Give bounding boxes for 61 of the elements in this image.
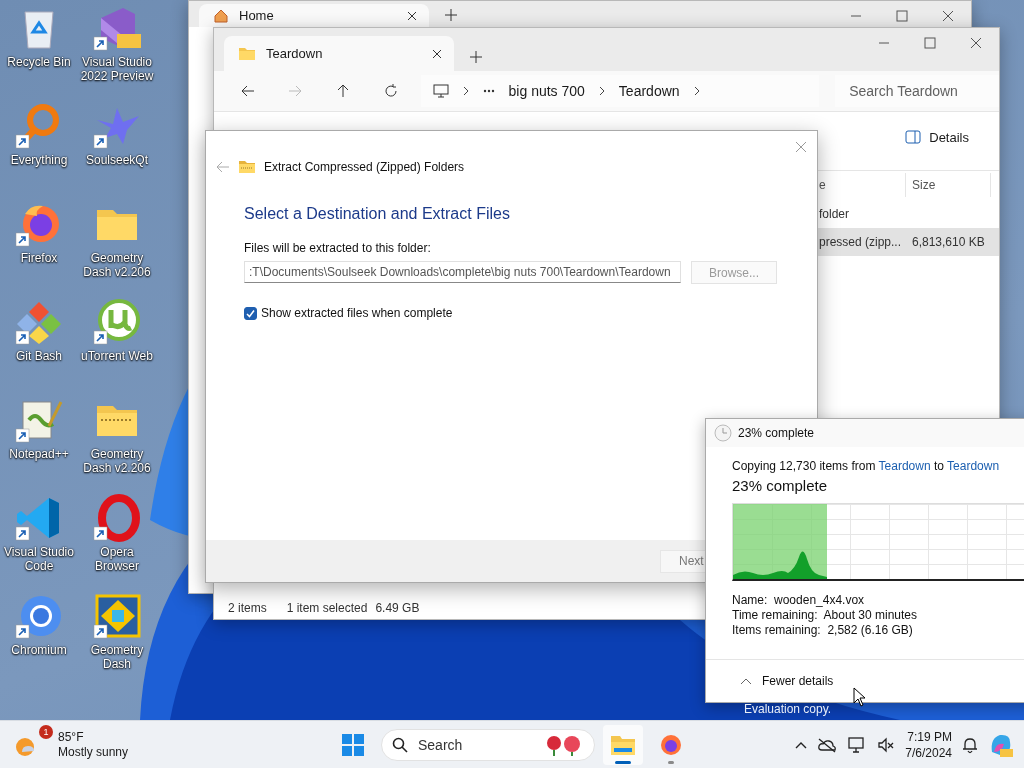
- monitor-icon: [432, 84, 449, 98]
- column-header[interactable]: Size: [906, 173, 991, 197]
- chevron-up-icon[interactable]: [795, 740, 808, 749]
- checkbox[interactable]: [244, 306, 257, 320]
- path-field[interactable]: :T\Documents\Soulseek Downloads\complete\big nuts 700\Teardown\Teardown: [244, 261, 681, 283]
- evaluation-notice: Evaluation copy.: [744, 702, 832, 716]
- weather-condition: Mostly sunny: [58, 744, 129, 760]
- folder-icon: [610, 733, 636, 756]
- folder-icon: [238, 45, 256, 62]
- new-tab-icon[interactable]: [445, 9, 457, 21]
- notification-badge: 1: [39, 724, 53, 739]
- close-icon[interactable]: [407, 11, 417, 21]
- new-tab-icon[interactable]: [470, 51, 482, 63]
- checkbox-label[interactable]: Show extracted files when complete: [261, 306, 453, 320]
- detail-line: Time remaining: About 30 minutes: [732, 608, 918, 622]
- mu-circle-icon[interactable]: [93, 298, 141, 346]
- chevron-icon: [740, 677, 752, 685]
- breadcrumb-item[interactable]: big nuts 700: [508, 83, 585, 99]
- refresh-icon[interactable]: [383, 84, 398, 98]
- destination-link[interactable]: Teardown: [947, 459, 1000, 473]
- more-icon[interactable]: [482, 89, 495, 93]
- dialog-title: Extract Compressed (Zipped) Folders: [264, 160, 465, 174]
- taskbar-search[interactable]: Search: [381, 728, 595, 761]
- clock-icon: [714, 424, 732, 442]
- tab[interactable]: Teardown: [224, 36, 454, 71]
- item-count: 2 items: [228, 601, 267, 615]
- zipped-folder-icon: [238, 159, 256, 175]
- copy-summary: Copying 12,730 items from Teardown to Teardown: [732, 459, 1001, 473]
- chevron-right-icon[interactable]: [598, 86, 605, 96]
- pane-icon: [905, 130, 922, 144]
- next-button[interactable]: Next: [660, 549, 706, 573]
- dialog-heading: Select a Destination and Extract Files: [244, 205, 511, 223]
- window-title: 23% complete: [738, 426, 815, 440]
- speaker-muted-icon[interactable]: [877, 736, 896, 753]
- selection-size: 6.49 GB: [375, 601, 420, 615]
- details-toggle[interactable]: Fewer details: [734, 673, 840, 689]
- bell-icon[interactable]: [962, 735, 978, 754]
- detail-line: Items remaining: 2,582 (6.16 GB): [732, 623, 914, 637]
- source-link[interactable]: Teardown: [878, 459, 931, 473]
- fox-globe-icon: [659, 732, 683, 757]
- detail-line: Name: wooden_4x4.vox: [732, 593, 866, 607]
- cube-face-icon[interactable]: [93, 592, 141, 640]
- selection-info: 1 item selected: [286, 601, 368, 615]
- taskbar-app[interactable]: [603, 724, 643, 765]
- home-icon: [213, 7, 229, 24]
- back-arrow-icon[interactable]: [240, 84, 255, 98]
- taskbar-clock[interactable]: 7:19 PM 7/6/2024: [905, 728, 952, 761]
- tab[interactable]: Home: [199, 4, 429, 27]
- search-icon: [392, 736, 408, 753]
- start-icon[interactable]: [342, 733, 364, 756]
- ring-icon[interactable]: [93, 494, 141, 542]
- breadcrumb-item[interactable]: Teardown: [618, 83, 680, 99]
- progress-percent: 23% complete: [732, 477, 829, 494]
- up-arrow-icon[interactable]: [336, 84, 351, 98]
- close-icon[interactable]: [432, 49, 442, 59]
- details-button[interactable]: Details: [899, 128, 975, 146]
- cloud-offline-icon[interactable]: [817, 736, 838, 753]
- field-label: Files will be extracted to this folder:: [244, 241, 432, 255]
- chevron-right-icon[interactable]: [693, 86, 700, 96]
- temperature: 85°F: [58, 729, 85, 745]
- chevron-right-icon[interactable]: [462, 86, 469, 96]
